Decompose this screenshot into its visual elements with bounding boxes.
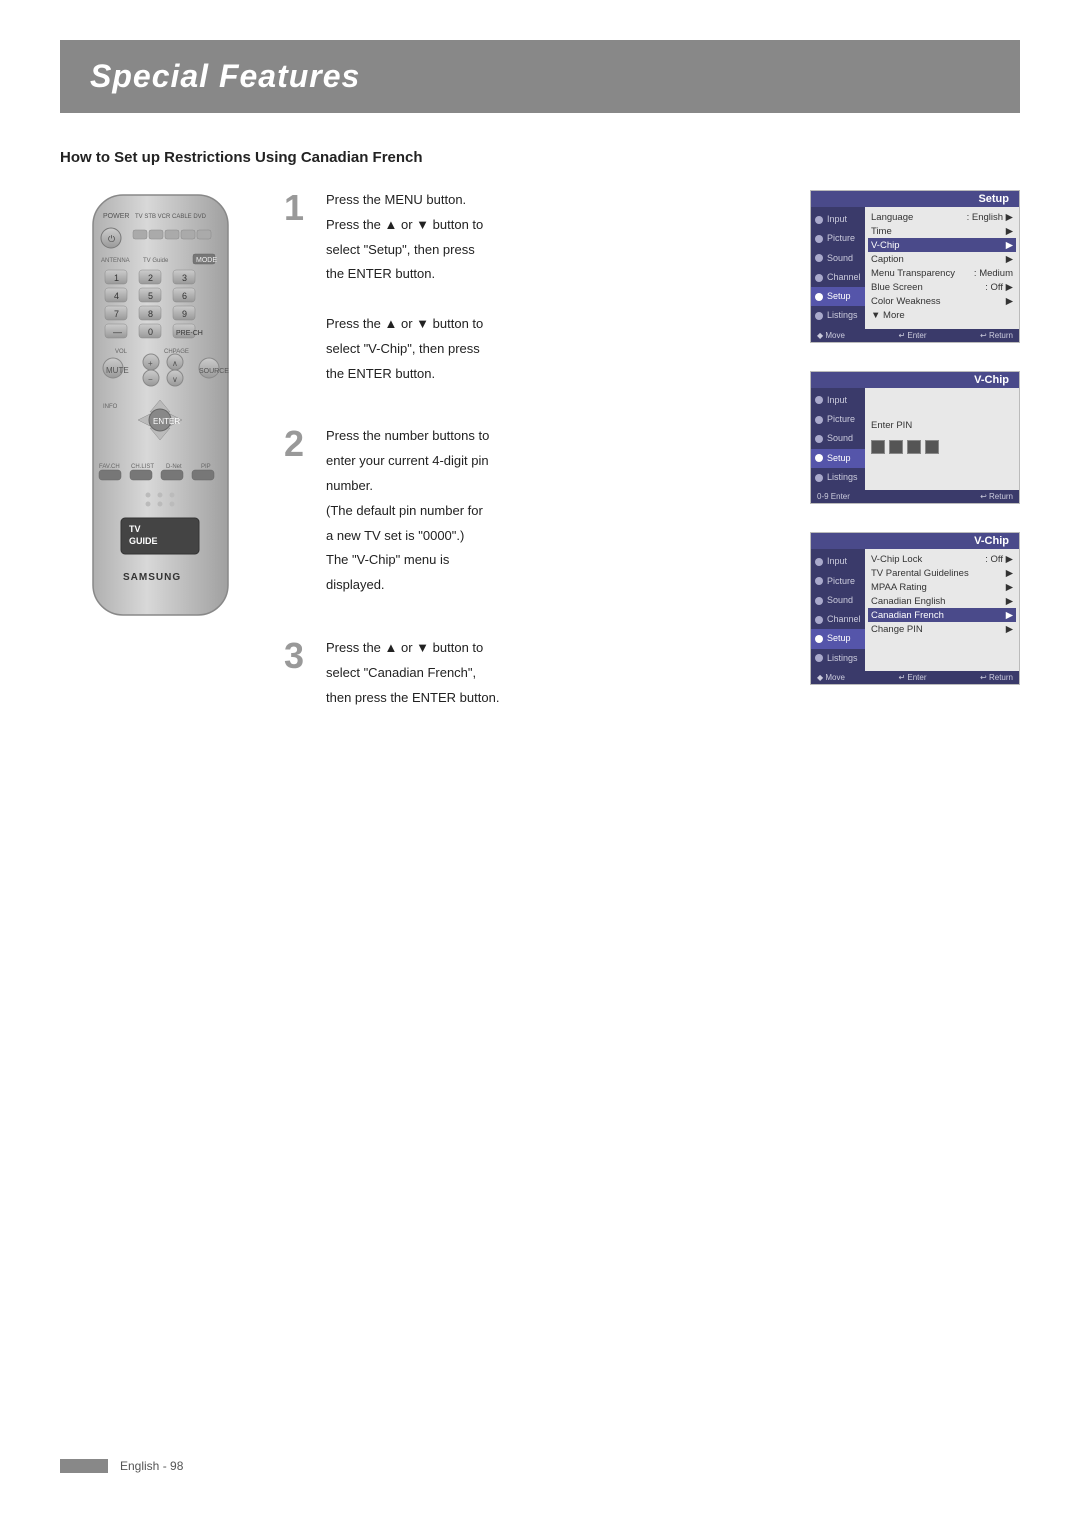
menu-mpaa: MPAA Rating▶ bbox=[871, 580, 1013, 594]
svg-text:1: 1 bbox=[114, 273, 119, 283]
sidebar-setup-active: Setup bbox=[811, 287, 865, 306]
svg-text:CH.LIST: CH.LIST bbox=[131, 464, 154, 470]
svg-text:TV STB VCR CABLE DVD: TV STB VCR CABLE DVD bbox=[135, 214, 207, 220]
svg-text:∧: ∧ bbox=[172, 359, 178, 368]
svg-text:−: − bbox=[148, 375, 153, 384]
svg-text:8: 8 bbox=[148, 309, 153, 319]
svg-text:⏻: ⏻ bbox=[108, 234, 115, 244]
tv-title-vchip1: V-Chip bbox=[811, 372, 1019, 388]
svg-text:MUTE: MUTE bbox=[106, 366, 129, 375]
sidebar-listings: Listings bbox=[811, 306, 865, 325]
tv-screen-vchip-pin: V-Chip Input Picture Sound Setup Listing… bbox=[810, 371, 1020, 504]
sidebar-picture: Picture bbox=[811, 229, 865, 248]
menu-vchiplock: V-Chip Lock: Off ▶ bbox=[871, 552, 1013, 566]
svg-text:9: 9 bbox=[182, 309, 187, 319]
svg-text:6: 6 bbox=[182, 291, 187, 301]
svg-text:3: 3 bbox=[182, 273, 187, 283]
menu-time: Time▶ bbox=[871, 224, 1013, 238]
menu-language: Language: English ▶ bbox=[871, 210, 1013, 224]
svg-text:SAMSUNG: SAMSUNG bbox=[123, 572, 181, 583]
remote-area: POWER TV STB VCR CABLE DVD ⏻ ANTENNA TV … bbox=[60, 190, 260, 712]
step-2: 2 Press the number buttons to enter your… bbox=[284, 426, 790, 600]
tv-footer-pin: 0-9 Enter↩ Return bbox=[811, 490, 1019, 503]
sidebar2-picture: Picture bbox=[811, 410, 865, 429]
tv-screens: Setup Input Picture Sound Channel Setup … bbox=[810, 190, 1020, 712]
section-title: How to Set up Restrictions Using Canadia… bbox=[60, 149, 1020, 166]
step-3: 3 Press the ▲ or ▼ button to select "Can… bbox=[284, 638, 790, 712]
step-1-text: Press the MENU button. Press the ▲ or ▼ … bbox=[326, 190, 790, 388]
menu-changepin: Change PIN▶ bbox=[871, 622, 1013, 636]
pin-display bbox=[871, 436, 1013, 458]
page-title: Special Features bbox=[90, 58, 990, 95]
footer-page-number: English - 98 bbox=[120, 1459, 183, 1473]
tv-title-vchip2: V-Chip bbox=[811, 533, 1019, 549]
menu-canadian-french-highlighted: Canadian French▶ bbox=[868, 608, 1016, 622]
svg-text:—: — bbox=[113, 327, 122, 337]
menu-canadian-english: Canadian English▶ bbox=[871, 594, 1013, 608]
svg-text:POWER: POWER bbox=[103, 213, 129, 220]
sidebar3-picture: Picture bbox=[811, 572, 865, 591]
svg-text:GUIDE: GUIDE bbox=[129, 536, 158, 546]
svg-text:TV: TV bbox=[129, 524, 141, 534]
svg-text:PIP: PIP bbox=[201, 464, 211, 470]
svg-text:PRE-CH: PRE-CH bbox=[176, 330, 203, 337]
remote-image: POWER TV STB VCR CABLE DVD ⏻ ANTENNA TV … bbox=[73, 190, 248, 653]
sidebar3-channel: Channel bbox=[811, 610, 865, 629]
sidebar3-setup-active: Setup bbox=[811, 629, 865, 648]
sidebar2-listings: Listings bbox=[811, 468, 865, 487]
svg-text:ENTER: ENTER bbox=[153, 417, 180, 426]
svg-text:2: 2 bbox=[148, 273, 153, 283]
enter-pin-label: Enter PIN bbox=[871, 420, 1013, 431]
svg-text:MODE: MODE bbox=[196, 257, 217, 264]
sidebar2-sound: Sound bbox=[811, 429, 865, 448]
svg-text:INFO: INFO bbox=[103, 404, 118, 410]
step-3-text: Press the ▲ or ▼ button to select "Canad… bbox=[326, 638, 790, 712]
sidebar2-input: Input bbox=[811, 391, 865, 410]
tv-screen-vchip-menu: V-Chip Input Picture Sound Channel Setup… bbox=[810, 532, 1020, 685]
svg-text:SOURCE: SOURCE bbox=[199, 368, 229, 375]
svg-text:4: 4 bbox=[114, 291, 119, 301]
step-2-text: Press the number buttons to enter your c… bbox=[326, 426, 790, 600]
menu-more: ▼ More bbox=[871, 308, 1013, 322]
menu-vchip-highlighted: V-Chip▶ bbox=[868, 238, 1016, 252]
menu-tvparental: TV Parental Guidelines▶ bbox=[871, 566, 1013, 580]
main-content: POWER TV STB VCR CABLE DVD ⏻ ANTENNA TV … bbox=[60, 190, 1020, 712]
svg-text:7: 7 bbox=[114, 309, 119, 319]
tv-screen-setup: Setup Input Picture Sound Channel Setup … bbox=[810, 190, 1020, 343]
sidebar3-input: Input bbox=[811, 552, 865, 571]
tv-footer-setup: ◆ Move↵ Enter↩ Return bbox=[811, 329, 1019, 342]
sidebar-channel: Channel bbox=[811, 268, 865, 287]
svg-text:5: 5 bbox=[148, 291, 153, 301]
sidebar-input: Input bbox=[811, 210, 865, 229]
svg-text:TV Guide: TV Guide bbox=[143, 258, 169, 264]
tv-title-setup: Setup bbox=[811, 191, 1019, 207]
menu-colorweakness: Color Weakness▶ bbox=[871, 294, 1013, 308]
svg-text:+: + bbox=[148, 359, 153, 368]
sidebar-sound: Sound bbox=[811, 249, 865, 268]
svg-text:D-Net: D-Net bbox=[166, 464, 182, 470]
step-2-number: 2 bbox=[284, 426, 312, 462]
step-1-number: 1 bbox=[284, 190, 312, 226]
menu-bluescreen: Blue Screen: Off ▶ bbox=[871, 280, 1013, 294]
step-1: 1 Press the MENU button. Press the ▲ or … bbox=[284, 190, 790, 388]
svg-text:VOL: VOL bbox=[115, 349, 128, 355]
page-header: Special Features bbox=[60, 40, 1020, 113]
svg-text:0: 0 bbox=[148, 327, 153, 337]
step-3-number: 3 bbox=[284, 638, 312, 674]
sidebar3-sound: Sound bbox=[811, 591, 865, 610]
svg-text:FAV.CH: FAV.CH bbox=[99, 464, 120, 470]
sidebar3-listings: Listings bbox=[811, 649, 865, 668]
sidebar2-setup-active: Setup bbox=[811, 449, 865, 468]
footer-bar bbox=[60, 1459, 108, 1473]
tv-footer-vchip: ◆ Move↵ Enter↩ Return bbox=[811, 671, 1019, 684]
page-footer: English - 98 bbox=[60, 1459, 183, 1473]
svg-text:ANTENNA: ANTENNA bbox=[101, 258, 130, 264]
steps-area: 1 Press the MENU button. Press the ▲ or … bbox=[284, 190, 790, 712]
menu-caption: Caption▶ bbox=[871, 252, 1013, 266]
svg-text:∨: ∨ bbox=[172, 375, 178, 384]
menu-transparency: Menu Transparency: Medium bbox=[871, 266, 1013, 280]
